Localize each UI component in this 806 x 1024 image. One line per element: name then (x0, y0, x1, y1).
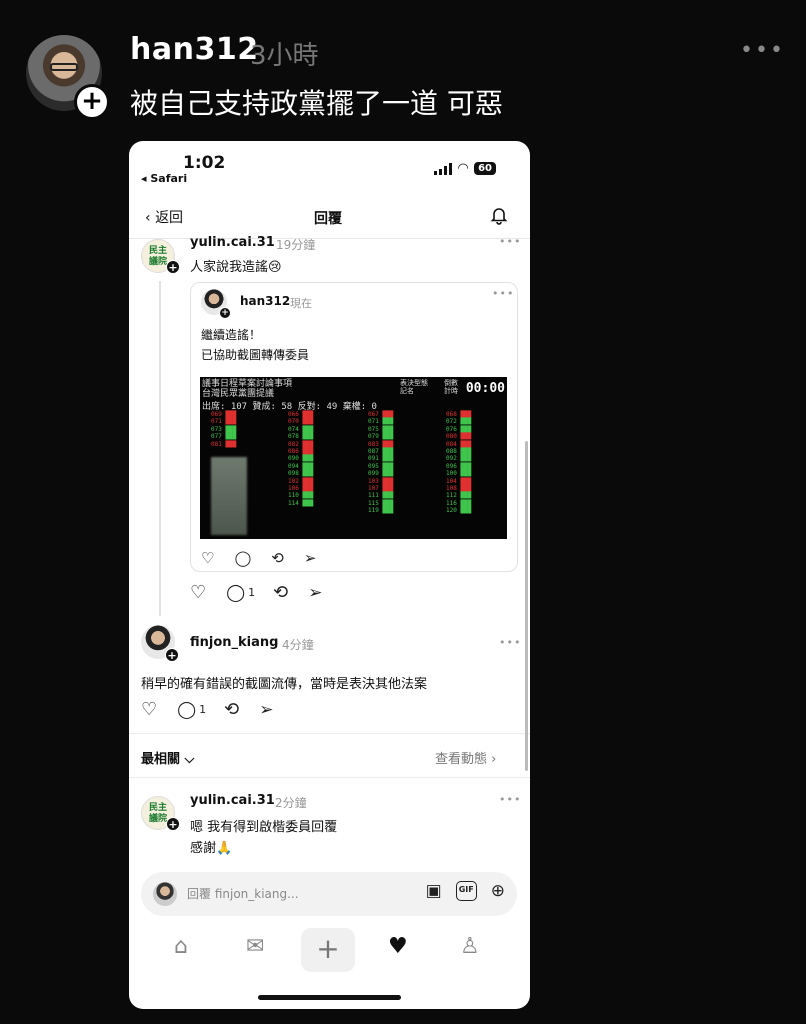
new-post-icon: + (301, 928, 355, 972)
vote-col-3: 067 ███ 071 ███ 075 ███ 079 ███ 083 ███ … (368, 411, 394, 515)
signal-icon (434, 162, 453, 175)
comment1-reply-count: 1 (248, 586, 256, 599)
section-divider (129, 777, 530, 778)
image-icon: ▣ (425, 881, 442, 901)
reply-placeholder: 回覆 finjon_kiang... (187, 887, 299, 901)
comment1-more-icon: ••• (499, 235, 522, 248)
vote-col-1: 069 ███ 071 ███ 073 ███ 077 ███ 081 ███ (211, 411, 237, 448)
comment1-actions: ♡ ◯ 1 ⟲ ➢ (190, 582, 343, 603)
home-icon: ⌂ (174, 934, 188, 959)
screenshot-image: 1:02 ◂ Safari ◠ 60 ‹ 返回 回覆 民主 議院 + yulin.… (129, 141, 530, 1009)
comment-icon: ◯ (177, 699, 197, 720)
quote-actions: ♡ ◯ ⟲ ➢ (201, 549, 336, 567)
comment2-actions: ♡ ◯ 1 ⟲ ➢ (141, 699, 294, 720)
avatar-glasses (50, 63, 78, 71)
share-icon: ➢ (259, 699, 274, 720)
heart-filled-icon: ♥ (388, 934, 408, 959)
quote-more-icon: ••• (492, 287, 515, 300)
sort-relevant: 最相關 ⌵ (141, 752, 195, 767)
battery-icon: 60 (474, 162, 496, 175)
share-icon: ➢ (308, 582, 323, 603)
comment-icon: ◯ (226, 582, 246, 603)
quote-time: 現在 (290, 297, 312, 310)
comment2-time: 4分鐘 (282, 638, 314, 652)
comment2-text: 稍早的確有錯誤的截圖流傳，當時是表決其他法案 (141, 677, 428, 692)
comment3-more-icon: ••• (499, 793, 522, 806)
nav-title: 回覆 (314, 211, 342, 227)
status-icons: ◠ 60 (434, 161, 496, 176)
thread-line (159, 281, 161, 616)
follow-plus-button[interactable]: + (74, 84, 110, 120)
post-text: 被自己支持政黨擺了一道 可惡 (130, 87, 503, 120)
post-time: 3小時 (250, 41, 319, 71)
comment1-plus-icon: + (166, 260, 180, 274)
section-divider (129, 733, 530, 734)
vote-timer: 00:00 (465, 381, 505, 396)
comment-icon: ◯ (234, 549, 252, 567)
vote-type: 表決型態 記名 (400, 379, 428, 395)
comment2-plus-icon: + (165, 648, 179, 662)
post-username[interactable]: han312 (130, 32, 259, 67)
quote-line2: 已協助截圖轉傳委員 (201, 348, 310, 362)
post-more-icon[interactable]: ••• (740, 38, 785, 63)
repost-icon: ⟲ (224, 699, 240, 720)
comment2-username: finjon_kiang (190, 635, 279, 650)
scrollbar (525, 441, 528, 771)
vote-col-2: 066 ███ 070 ███ 074 ███ 078 ███ 082 ███ … (288, 411, 314, 507)
status-back-safari: ◂ Safari (141, 172, 188, 185)
repost-icon: ⟲ (271, 549, 284, 567)
gif-icon: GIF (455, 881, 477, 901)
countdown-label: 倒數 計時 (444, 379, 458, 395)
vote-board-image: 議事日程草案討論事項 台灣民眾黨團提議 表決型態 記名 倒數 計時 00:00 出… (200, 377, 507, 539)
home-indicator (258, 995, 401, 1000)
bell-icon (489, 205, 509, 230)
reply-avatar (153, 882, 177, 906)
share-icon: ➢ (303, 549, 317, 567)
blurred-region (211, 457, 247, 535)
vote-col-4: 068 ███ 072 ███ 076 ███ 080 ███ 084 ███ … (446, 411, 472, 515)
mail-icon: ✉ (246, 934, 265, 959)
heart-icon: ♡ (201, 549, 215, 567)
heart-icon: ♡ (141, 699, 158, 720)
status-time: 1:02 (183, 153, 226, 173)
comment3-time: 2分鐘 (275, 796, 307, 810)
reply-bar: 回覆 finjon_kiang... ▣ GIF ⊕ (141, 872, 517, 916)
tab-bar: ⌂ ✉ + ♥ ♙ (129, 926, 530, 976)
back-label: 返回 (155, 210, 184, 226)
quote-plus-icon: + (219, 307, 231, 319)
chevron-left-icon: ‹ (145, 210, 156, 226)
comment1-time: 19分鐘 (276, 238, 316, 252)
view-activity: 查看動態 › (435, 752, 497, 767)
back-button: ‹ 返回 (145, 207, 183, 227)
vote-board-header: 議事日程草案討論事項 台灣民眾黨團提議 (202, 379, 293, 399)
wifi-icon: ◠ (458, 161, 469, 176)
comment3-username: yulin.cai.31 (190, 793, 275, 808)
add-icon: ⊕ (490, 881, 505, 901)
quote-username: han312 (240, 294, 291, 308)
comment2-reply-count: 1 (199, 703, 207, 716)
comment1-username: yulin.cai.31 (190, 235, 275, 250)
comment3-line2: 感謝🙏 (190, 841, 233, 856)
comment2-more-icon: ••• (499, 636, 522, 649)
comment3-plus-icon: + (166, 817, 180, 831)
reply-icons: ▣ GIF ⊕ (426, 881, 505, 901)
comment3-line1: 嗯 我有得到啟楷委員回覆 (190, 820, 338, 835)
repost-icon: ⟲ (273, 582, 289, 603)
profile-icon: ♙ (460, 934, 480, 959)
comment1-text: 人家說我造謠😢 (190, 260, 282, 275)
heart-icon: ♡ (190, 582, 207, 603)
quote-line1: 繼續造謠！ (201, 328, 262, 342)
